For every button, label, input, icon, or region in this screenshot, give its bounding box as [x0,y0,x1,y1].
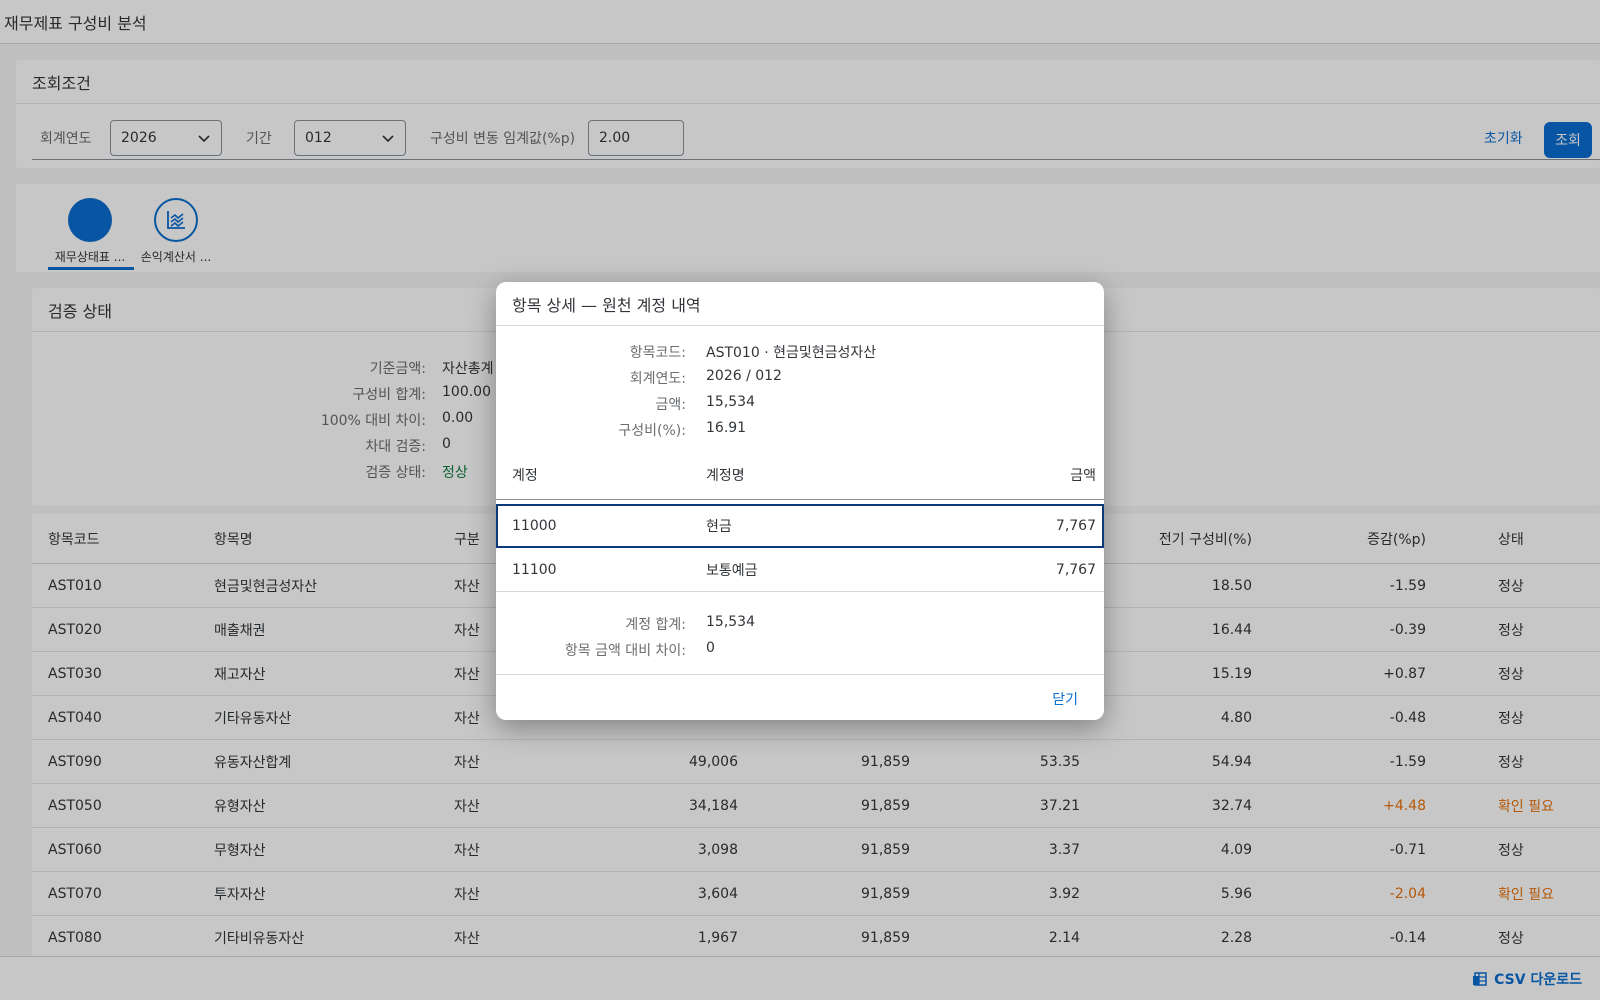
info-value: 2026 / 012 [706,368,782,384]
info-key: 회계연도: [629,371,686,387]
info-value: 15,534 [706,394,755,410]
info-value: AST010 · 현금및현금성자산 [706,345,877,361]
dialog-title: 항목 상세 — 원천 계정 내역 [496,282,1104,326]
close-button[interactable]: 닫기 [1052,689,1078,709]
account-code: 11100 [512,561,557,578]
account-name: 현금 [706,519,732,535]
detail-dialog: 항목 상세 — 원천 계정 내역 항목코드: AST010 · 현금및현금성자산… [496,282,1104,720]
account-amount: 7,767 [1055,518,1096,534]
account-code: 11000 [512,518,557,534]
summary-key: 계정 합계: [625,617,686,633]
col-header-account[interactable]: 계정 [512,465,538,485]
col-header-account-name[interactable]: 계정명 [706,465,745,485]
summary-key: 항목 금액 대비 차이: [564,643,686,659]
dialog-footer: 닫기 [496,674,1104,720]
info-key: 항목코드: [629,345,686,361]
dialog-table-row[interactable]: 11100 보통예금 7,767 [496,548,1104,592]
info-value: 16.91 [706,420,747,436]
account-amount: 7,767 [1055,561,1096,578]
col-header-amount[interactable]: 금액 [1070,465,1096,485]
dialog-table-row[interactable]: 11000 현금 7,767 [496,504,1104,548]
dialog-table-header: 계정 계정명 금액 [496,450,1104,500]
account-name: 보통예금 [706,562,758,579]
info-key: 구성비(%): [618,423,686,439]
summary-value: 15,534 [706,614,755,630]
summary-value: 0 [706,640,715,656]
info-key: 금액: [655,397,686,413]
